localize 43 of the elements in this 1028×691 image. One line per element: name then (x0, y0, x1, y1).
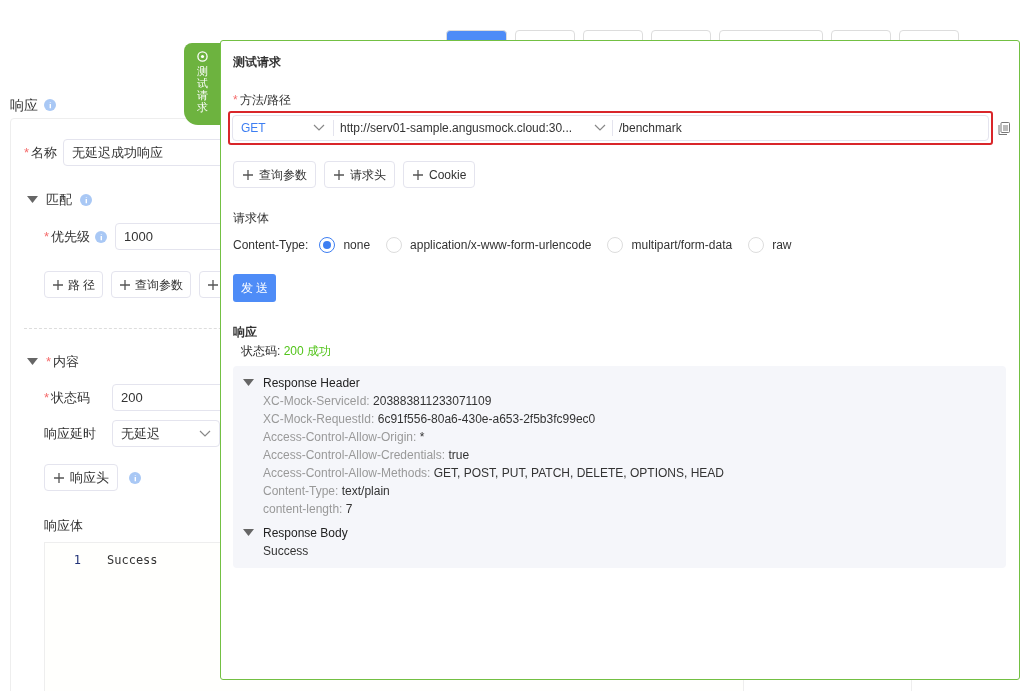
header-row-text: Access-Control-Allow-Origin: * (263, 429, 426, 446)
radio-option[interactable]: multipart/form-data (607, 236, 733, 254)
line-number: 1 (72, 551, 81, 569)
add-param-button[interactable]: Cookie (403, 161, 476, 188)
field-label: Content-Type: (233, 237, 309, 254)
add-header-button[interactable]: 响应头 (44, 464, 118, 491)
tab-label: 测试请求 (197, 65, 208, 114)
add-param-button[interactable]: 查询参数 (233, 161, 316, 188)
section-heading: Response Body (263, 525, 348, 542)
header-row-text: content-length: 7 (263, 501, 354, 518)
field-label: *名称 (24, 143, 58, 162)
section-heading: Response Header (263, 375, 360, 392)
code-line: Success (107, 551, 158, 569)
drawer-title: 测试请求 (233, 54, 281, 71)
field-label: *优先级 (44, 227, 91, 246)
required-mark: * (44, 228, 50, 244)
section-title: 响应 (233, 324, 257, 341)
section-title: *内容 (46, 353, 80, 372)
field-label: *状态码 (44, 388, 92, 407)
radio-option[interactable]: raw (748, 236, 792, 254)
field-label: * 方法/路径 (233, 92, 291, 109)
delay-select[interactable]: 无延迟 (112, 420, 220, 447)
header-row-text: XC-Mock-RequestId: 6c91f556-80a6-430e-a653-2f5b3fc99ec0 (263, 411, 597, 428)
add-button[interactable]: 路 径 (44, 271, 104, 298)
required-mark: * (46, 354, 52, 370)
radio-option[interactable]: application/x-www-form-urlencode (386, 236, 592, 254)
required-mark: * (233, 93, 238, 107)
section-title: 匹配 (46, 191, 72, 210)
header-row-text: Access-Control-Allow-Methods: GET, POST, PUT, PATCH, DELETE, OPTIONS, HEAD (263, 465, 725, 482)
header-row-text: Content-Type: text/plain (263, 483, 391, 500)
section-title: 响应 (10, 95, 38, 115)
radio-option[interactable]: none (319, 236, 371, 254)
add-button[interactable]: 查询参数 (111, 271, 192, 298)
header-row-text: Access-Control-Allow-Credentials: true (263, 447, 471, 464)
section-label: 请求体 (233, 210, 269, 227)
required-mark: * (44, 389, 50, 405)
required-mark: * (24, 144, 30, 160)
header-row-text: XC-Mock-ServiceId: 203883811233071109 (263, 393, 493, 410)
add-param-button[interactable]: 请求头 (324, 161, 395, 188)
body-text: Success (263, 543, 310, 560)
status-line: 状态码: 200 成功 (241, 343, 332, 360)
field-label: 响应体 (44, 517, 83, 535)
field-label: 响应延时 (44, 424, 97, 443)
